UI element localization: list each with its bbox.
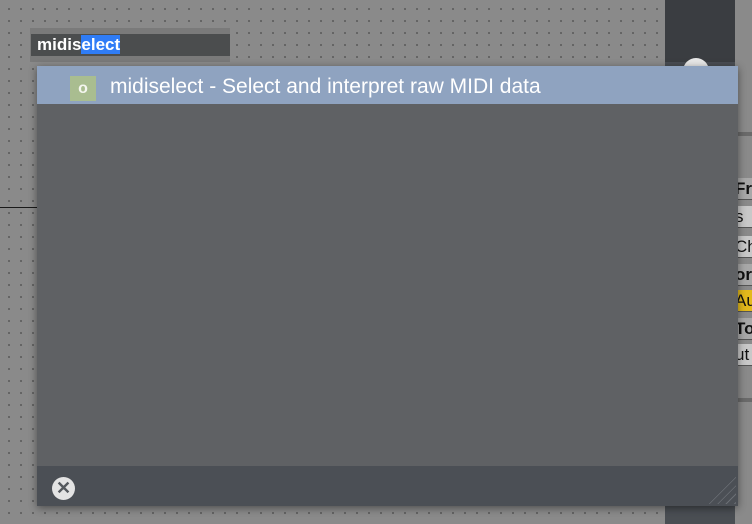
object-badge-icon: o [70,76,96,101]
object-box-input[interactable]: midiselect [31,34,230,56]
autocomplete-popup: o midiselect - Select and interpret raw … [37,66,738,506]
autocomplete-item[interactable]: o midiselect - Select and interpret raw … [37,66,738,104]
popup-footer: ✕ [37,466,738,506]
resize-grip-icon[interactable] [706,474,736,504]
object-text-typed: midis [37,35,82,54]
patch-cord[interactable] [0,207,38,208]
autocomplete-item-label: midiselect - Select and interpret raw MI… [110,75,541,98]
panel-header [665,0,735,62]
close-circle-icon[interactable]: ✕ [52,477,75,500]
object-text-selection: elect [81,35,121,54]
